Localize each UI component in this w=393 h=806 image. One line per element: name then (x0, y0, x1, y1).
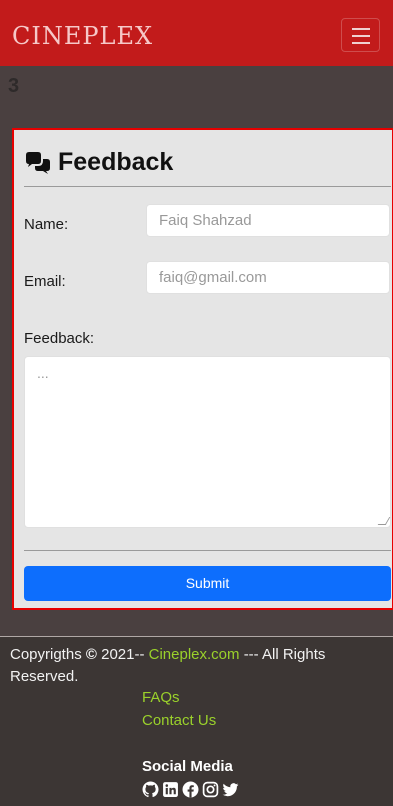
feedback-form-card: Feedback Name: Faiq Shahzad Email: faiq@… (12, 128, 393, 610)
faqs-link[interactable]: FAQs (142, 689, 180, 706)
submit-button[interactable]: Submit (24, 566, 391, 601)
site-link[interactable]: Cineplex.com (149, 646, 240, 663)
brand-logo[interactable]: CINEPLEX (12, 22, 153, 50)
resize-handle-icon[interactable] (377, 517, 391, 525)
menu-bar (352, 28, 370, 30)
facebook-icon[interactable] (182, 781, 199, 798)
twitter-icon[interactable] (222, 781, 239, 798)
email-label: Email: (24, 273, 66, 290)
github-icon[interactable] (142, 781, 159, 798)
navbar: CINEPLEX (0, 0, 393, 66)
copyright-text: Copyrigths © 2021-- Cineplex.com --- All… (10, 644, 380, 688)
social-media-heading: Social Media (142, 758, 233, 775)
footer-divider (0, 636, 393, 637)
comments-icon (26, 151, 50, 174)
footer: Copyrigths © 2021-- Cineplex.com --- All… (0, 636, 393, 806)
instagram-icon[interactable] (202, 781, 219, 798)
feedback-label: Feedback: (24, 330, 95, 347)
name-label: Name: (24, 216, 69, 233)
social-icons (142, 781, 239, 798)
page-number: 3 (8, 75, 20, 97)
name-input[interactable]: Faiq Shahzad (146, 204, 390, 237)
divider (24, 550, 391, 551)
feedback-heading: Feedback (24, 148, 173, 177)
copyright-prefix: Copyrigths (10, 646, 82, 663)
feedback-title: Feedback (58, 148, 174, 176)
menu-bar (352, 35, 370, 37)
linkedin-icon[interactable] (162, 781, 179, 798)
feedback-placeholder: ... (37, 365, 49, 381)
copyright-year: 2021-- (101, 646, 145, 663)
feedback-textarea[interactable]: ... (24, 356, 391, 528)
divider (24, 186, 391, 187)
menu-bar (352, 42, 370, 44)
copyright-symbol: © (85, 646, 97, 663)
contact-us-link[interactable]: Contact Us (142, 712, 216, 729)
email-input[interactable]: faiq@gmail.com (146, 261, 390, 294)
hamburger-menu-icon[interactable] (341, 18, 380, 52)
